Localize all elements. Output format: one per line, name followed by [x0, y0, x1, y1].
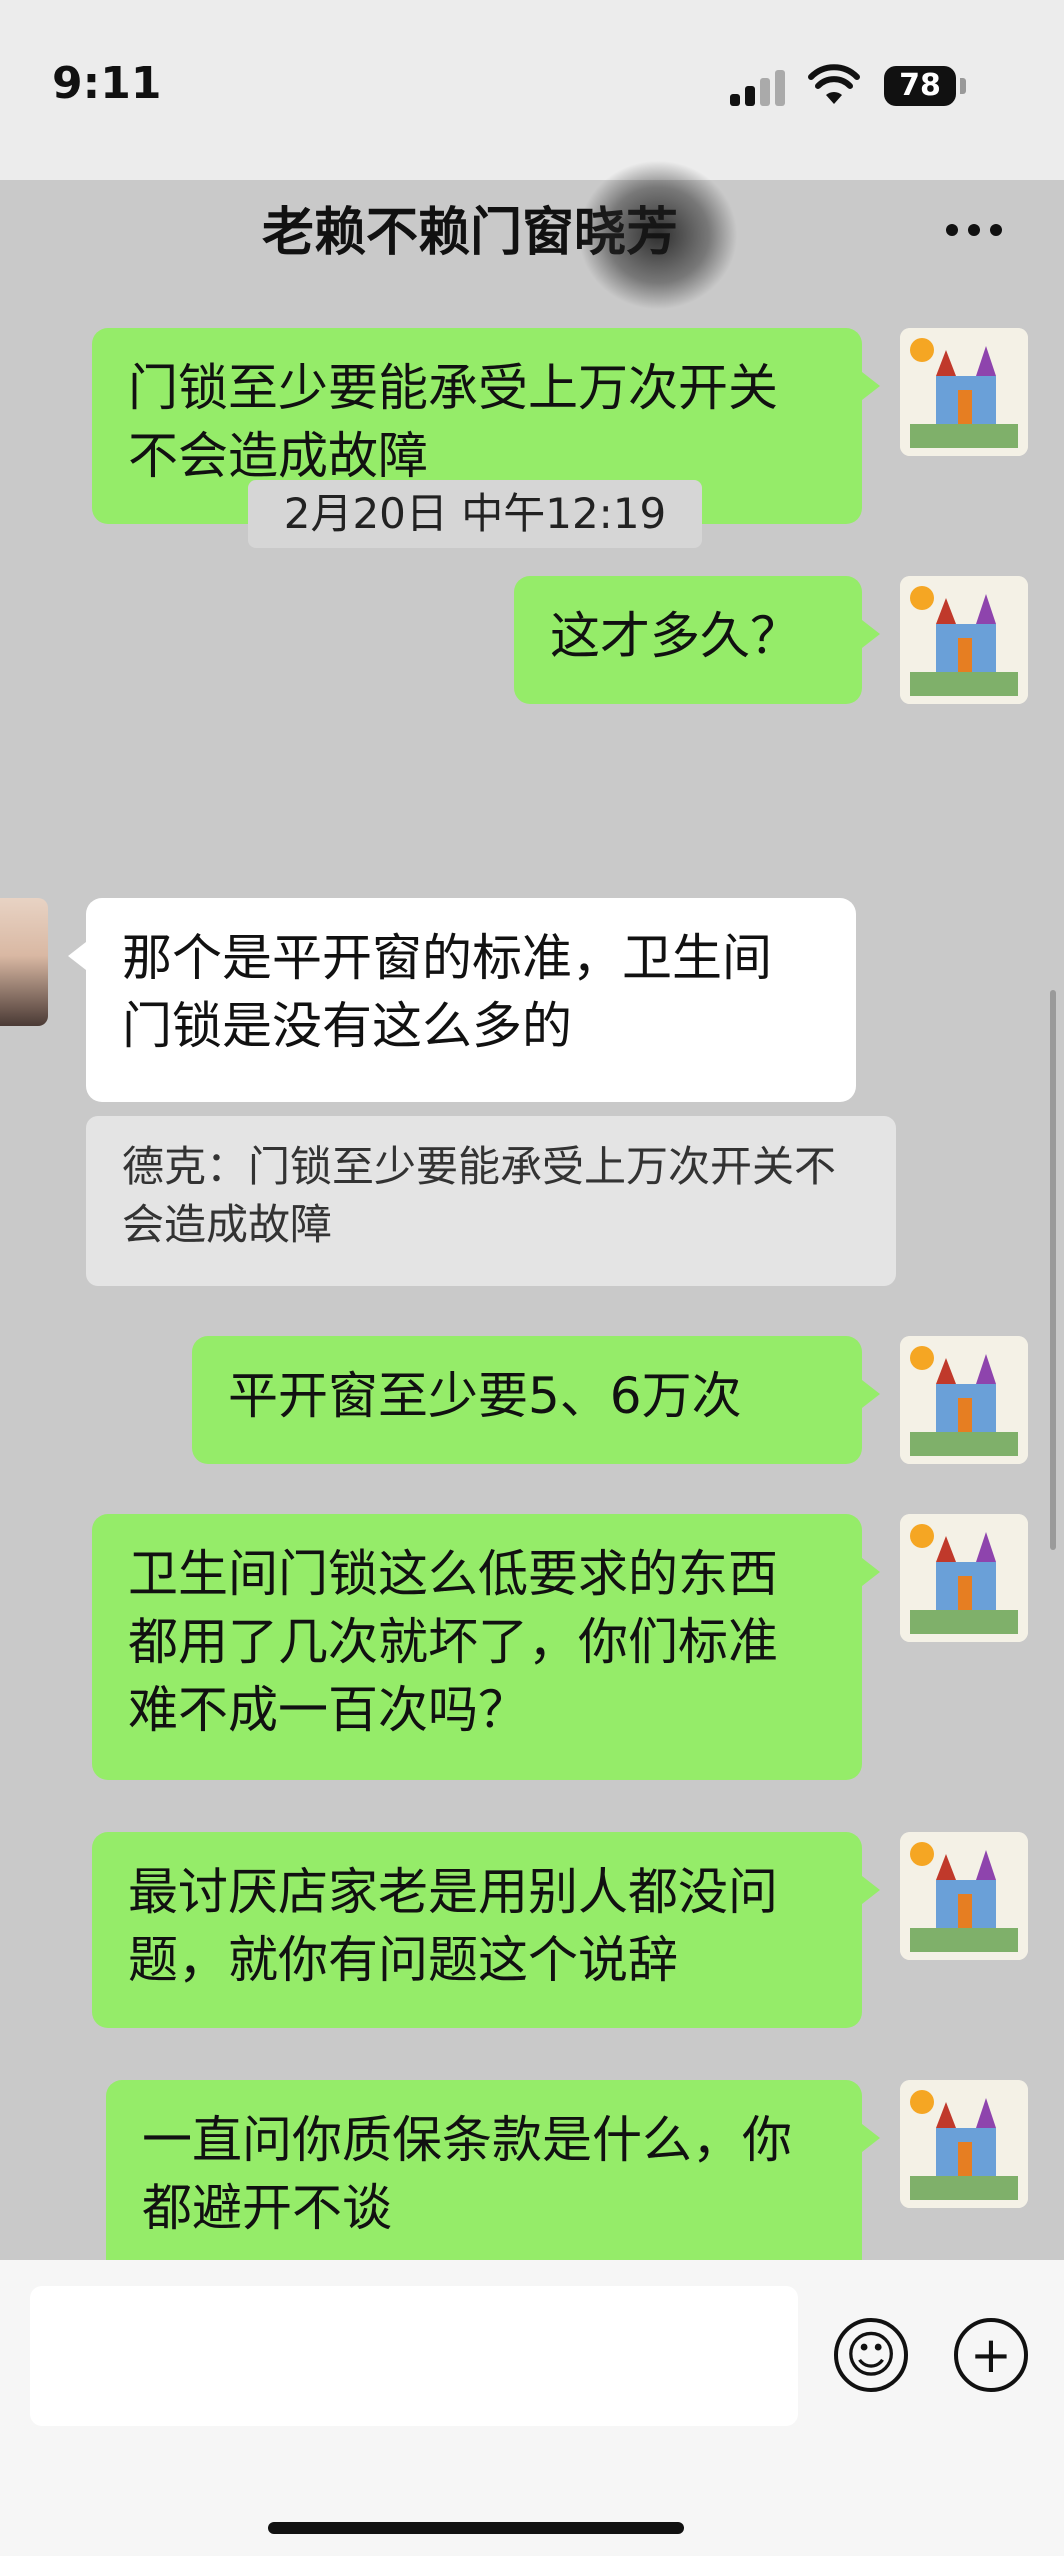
- message-bubble[interactable]: 这才多久？: [514, 576, 880, 704]
- clock: 9:11: [52, 58, 162, 109]
- message-input[interactable]: [30, 2286, 798, 2426]
- message-bubble[interactable]: 那个是平开窗的标准，卫生间门锁是没有这么多的: [68, 898, 856, 1102]
- self-avatar[interactable]: [900, 1336, 1028, 1464]
- status-bar: 9:11 78 老赖不赖门窗晓芳: [0, 0, 1064, 263]
- battery-cap: [960, 78, 966, 94]
- more-options-icon[interactable]: [940, 220, 1010, 240]
- self-avatar[interactable]: [900, 1514, 1028, 1642]
- home-indicator: [268, 2522, 684, 2534]
- message-bubble[interactable]: 平开窗至少要5、6万次: [192, 1336, 880, 1464]
- redaction-smudge: [578, 160, 738, 310]
- self-avatar[interactable]: [900, 2080, 1028, 2208]
- cellular-signal-icon: [730, 70, 790, 106]
- smiley-icon[interactable]: ☺: [834, 2318, 908, 2392]
- plus-icon[interactable]: +: [954, 2318, 1028, 2392]
- message-bubble[interactable]: 最讨厌店家老是用别人都没问题，就你有问题这个说辞: [92, 1832, 880, 2028]
- chat-title: 老赖不赖门窗晓芳: [261, 203, 678, 263]
- self-avatar[interactable]: [900, 576, 1028, 704]
- quoted-message[interactable]: 德克：门锁至少要能承受上万次开关不会造成故障: [86, 1116, 896, 1286]
- contact-avatar[interactable]: [0, 898, 48, 1026]
- message-bubble[interactable]: 一直问你质保条款是什么，你都避开不谈: [106, 2080, 880, 2280]
- wifi-icon: [808, 64, 860, 104]
- self-avatar[interactable]: [900, 1832, 1028, 1960]
- self-avatar[interactable]: [900, 328, 1028, 456]
- scrollbar[interactable]: [1050, 990, 1056, 1550]
- battery-icon: 78: [884, 66, 956, 106]
- chat-timestamp: 2月20日 中午12:19: [248, 480, 702, 548]
- message-bubble[interactable]: 卫生间门锁这么低要求的东西都用了几次就坏了，你们标准难不成一百次吗？: [92, 1514, 880, 1780]
